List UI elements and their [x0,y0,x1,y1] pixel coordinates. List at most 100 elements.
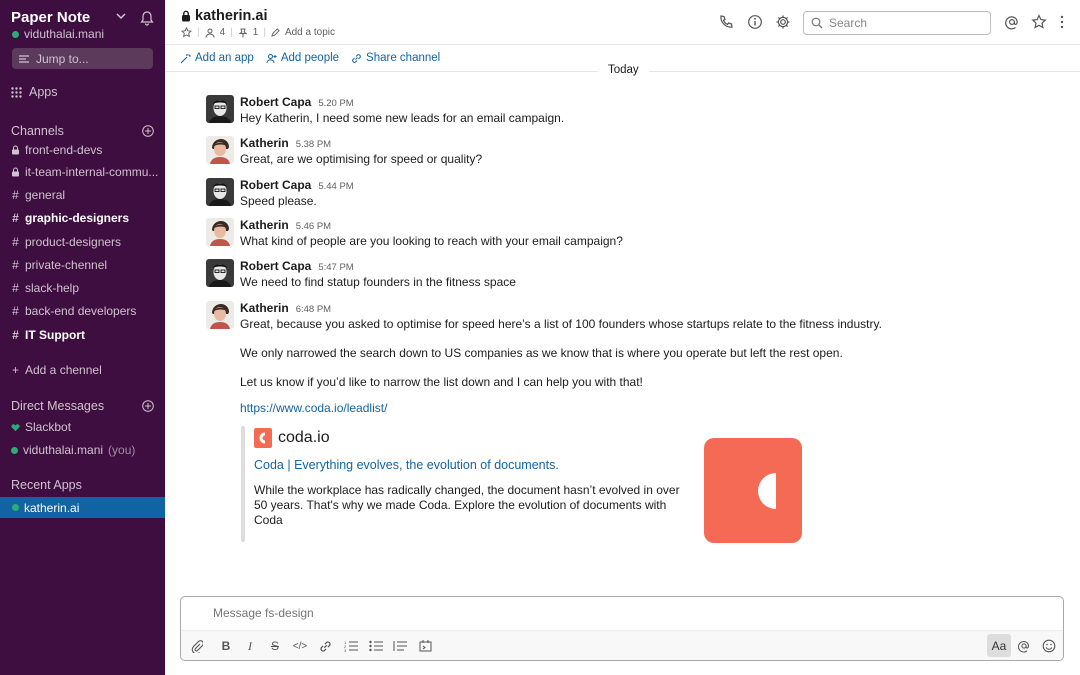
dm-slackbot[interactable]: Slackbot [11,420,161,434]
hash-icon: # [12,304,19,318]
coda-logo-icon [254,428,272,448]
message-text: Speed please. [240,194,317,208]
message-link[interactable]: https://www.coda.io/leadlist/ [240,401,387,415]
message-author[interactable]: Katherin [240,301,289,315]
workspace-name[interactable]: Paper Note [11,9,90,26]
message-time[interactable]: 5.46 PM [296,221,331,232]
add-channel-icon[interactable] [142,125,154,137]
hash-icon: # [12,328,19,342]
sidebar-item-apps[interactable]: Apps [11,85,58,99]
message-author[interactable]: Robert Capa [240,95,311,109]
add-people-button[interactable]: Add people [266,52,339,64]
bell-icon[interactable] [139,10,155,26]
search-icon [811,17,823,29]
message-author[interactable]: Katherin [240,218,289,232]
svg-text:3: 3 [344,648,347,652]
message-author[interactable]: Katherin [240,136,289,150]
avatar-katherin[interactable] [206,218,234,246]
channel-label: back-end developers [25,304,137,318]
sidebar-item-it-support[interactable]: # IT Support [11,328,161,342]
message-text: Great, are we optimising for speed or qu… [240,152,483,166]
sidebar-item-front-end-devs[interactable]: front-end-devs [11,143,161,157]
message-time[interactable]: 5:47 PM [318,262,353,273]
coda-logo-image[interactable] [704,438,802,543]
direct-messages-header[interactable]: Direct Messages [11,399,104,413]
channels-header[interactable]: Channels [11,124,64,138]
gear-icon[interactable] [775,14,791,30]
add-channel-button[interactable]: + Add a chennel [11,363,161,377]
search-placeholder: Search [829,16,868,30]
sidebar-item-it-team[interactable]: it-team-internal-commu... [11,165,161,179]
bold-icon[interactable]: B [218,638,234,654]
pin-count[interactable]: 1 [253,27,259,38]
bullet-list-icon[interactable] [368,638,384,654]
message-time[interactable]: 5.38 PM [296,139,331,150]
message-time[interactable]: 6:48 PM [296,304,331,315]
app-label: katherin.ai [24,500,80,515]
member-icon [205,28,215,38]
chevron-down-icon[interactable] [115,10,127,22]
jump-to-label: Jump to... [36,51,89,66]
strikethrough-icon[interactable]: S [267,638,283,654]
avatar-robert[interactable] [206,95,234,123]
add-topic-link[interactable]: Add a topic [285,27,335,38]
sidebar-item-back-end-developers[interactable]: # back-end developers [11,304,161,318]
phone-icon[interactable] [718,14,734,30]
dm-you-suffix: (you) [108,443,136,457]
blockquote-icon[interactable] [392,638,408,654]
add-app-button[interactable]: Add an app [180,52,254,64]
avatar-robert[interactable] [206,178,234,206]
apps-label: Apps [29,85,58,99]
plus-icon: + [11,363,19,377]
format-toggle-button[interactable]: Aa [987,634,1011,657]
add-app-label: Add an app [195,52,254,64]
avatar-robert[interactable] [206,259,234,287]
presence-dot-icon [11,446,18,454]
message-text: Great, because you asked to optimise for… [240,317,882,331]
dm-self[interactable]: viduthalai.mani (you) [11,443,161,457]
message-time[interactable]: 5.20 PM [318,98,353,109]
presence-dot-icon [12,504,19,511]
message-time[interactable]: 5.44 PM [318,181,353,192]
sidebar-item-graphic-designers[interactable]: # graphic-designers [11,211,161,225]
day-divider-label[interactable]: Today [598,64,649,76]
message-text: We need to find statup founders in the f… [240,275,516,289]
link-icon[interactable] [317,638,333,654]
jump-to-button[interactable]: Jump to... [12,48,153,69]
message-input[interactable] [213,606,913,620]
code-icon[interactable]: </> [292,638,308,654]
italic-icon[interactable]: I [242,638,258,654]
sidebar-item-product-designers[interactable]: # product-designers [11,235,161,249]
ordered-list-icon[interactable]: 123 [343,638,359,654]
attachment-brand-name: coda.io [278,429,330,446]
sidebar-item-private-chennel[interactable]: # private-chennel [11,258,161,272]
mention-icon[interactable] [1016,638,1032,654]
message-author[interactable]: Robert Capa [240,259,311,273]
emoji-icon[interactable] [1041,638,1057,654]
star-icon[interactable] [1031,14,1047,30]
mention-icon[interactable] [1004,14,1020,30]
avatar-katherin[interactable] [206,136,234,164]
channel-title[interactable]: katherin.ai [181,8,268,24]
message-author[interactable]: Robert Capa [240,178,311,192]
avatar-katherin[interactable] [206,301,234,329]
recent-apps-header: Recent Apps [11,478,82,492]
channel-label: graphic-designers [25,211,130,225]
presence-dot-icon [12,30,19,38]
info-icon[interactable] [747,14,763,30]
attachment-title[interactable]: Coda | Everything evolves, the evolution… [254,458,559,472]
share-channel-button[interactable]: Share channel [351,52,440,64]
add-dm-icon[interactable] [142,400,154,412]
attachment-brand[interactable]: coda.io [254,428,330,448]
code-block-icon[interactable] [417,638,433,654]
star-icon[interactable] [181,27,192,38]
member-count[interactable]: 4 [220,27,226,38]
attach-icon[interactable] [189,638,205,654]
current-user-name: viduthalai.mani [24,27,105,41]
sidebar-item-general[interactable]: # general [11,188,161,202]
more-vertical-icon[interactable] [1054,14,1070,30]
sidebar-item-slack-help[interactable]: # slack-help [11,281,161,295]
search-input[interactable]: Search [803,11,991,35]
sidebar-item-katherin-ai[interactable]: katherin.ai [0,497,165,518]
add-person-icon [266,53,277,63]
